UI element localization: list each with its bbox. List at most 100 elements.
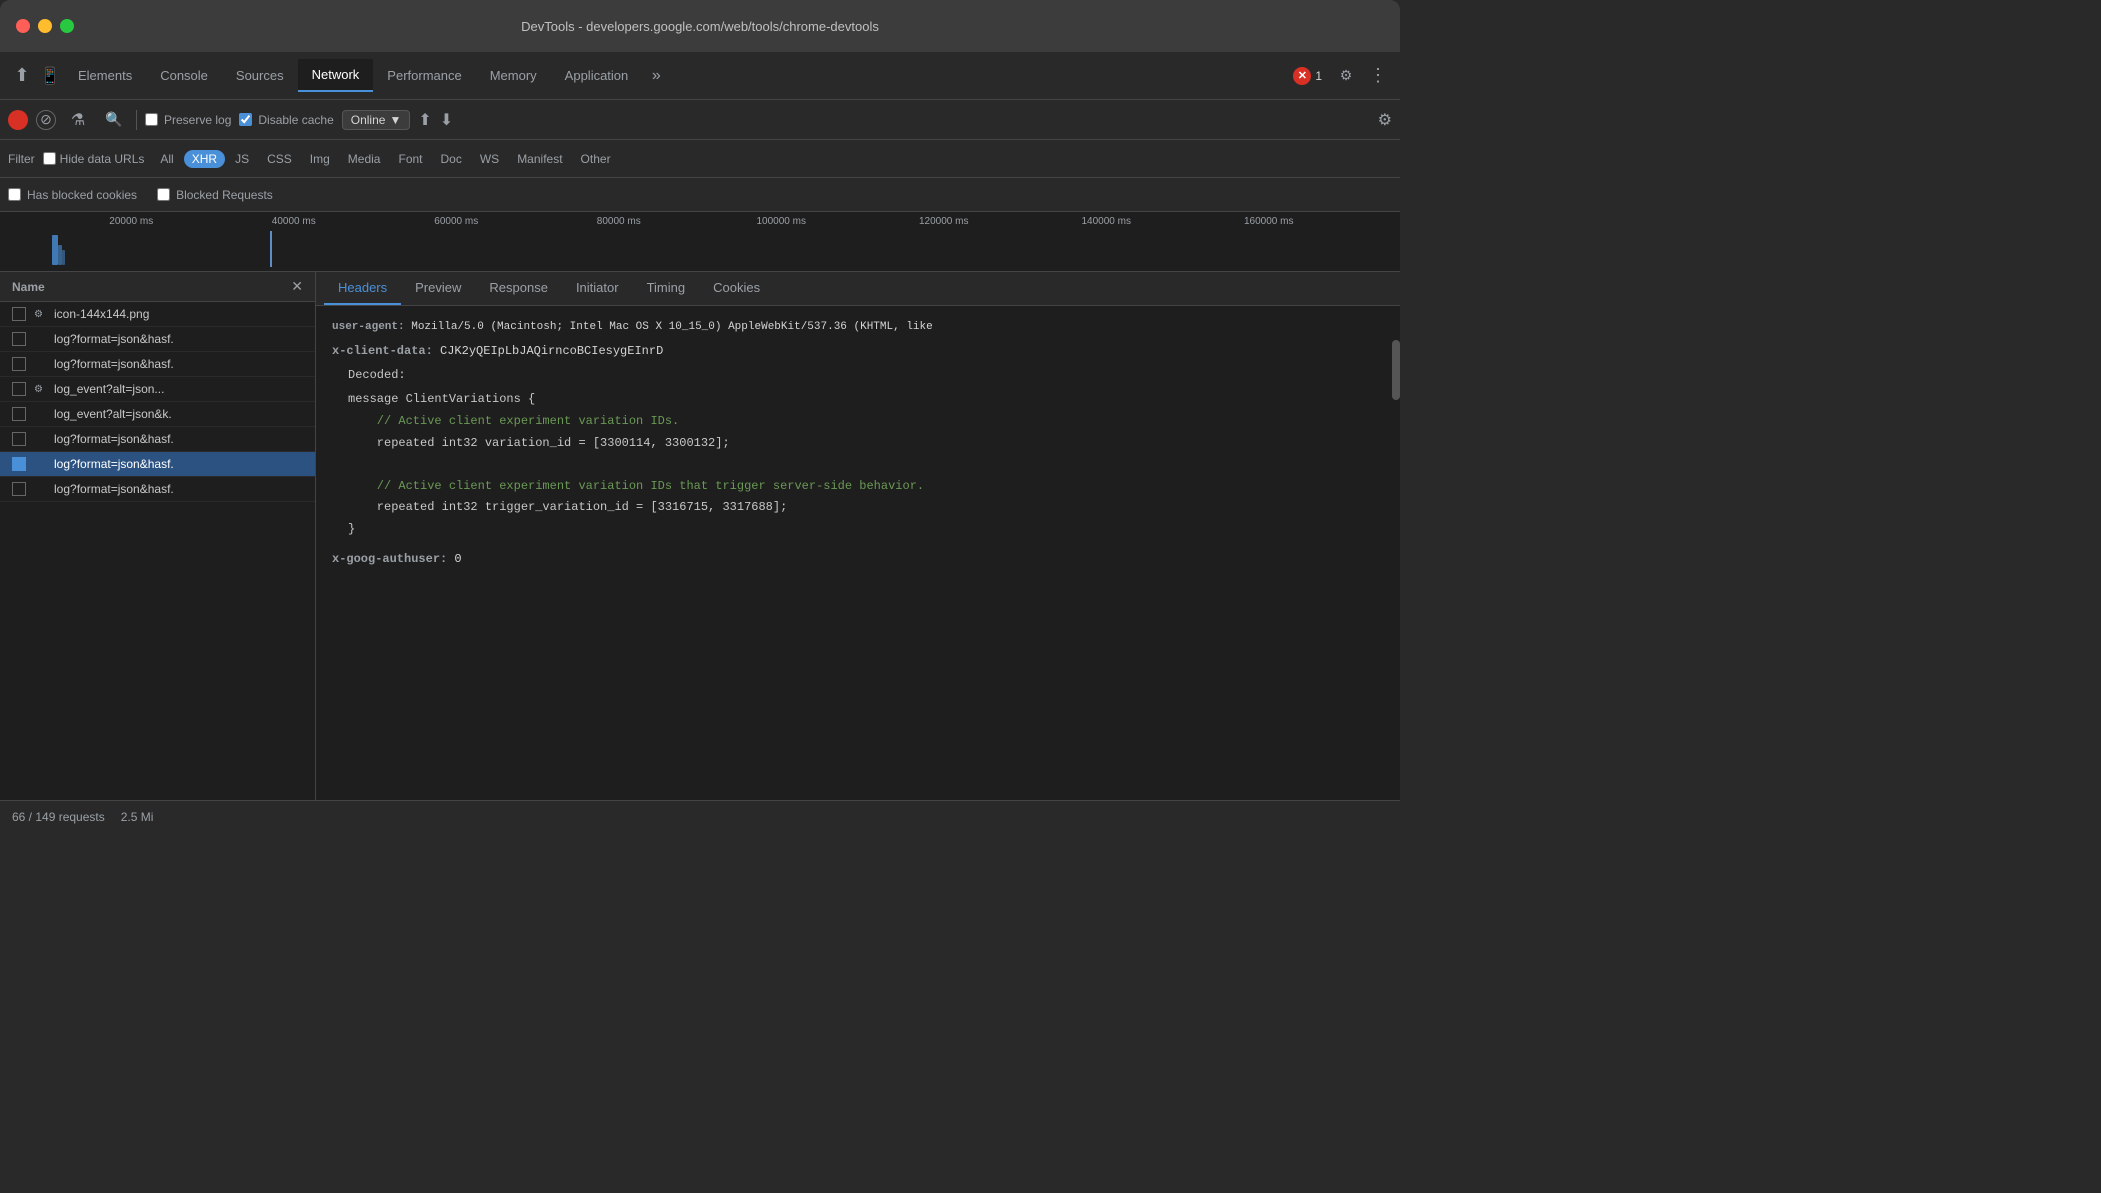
file-name-1: log?format=json&hasf. <box>54 332 174 346</box>
file-name-2: log?format=json&hasf. <box>54 357 174 371</box>
x-client-data-key: x-client-data: <box>332 344 433 358</box>
blocked-requests-checkbox[interactable]: Blocked Requests <box>157 188 273 202</box>
upload-icon[interactable]: ⬆ <box>418 110 431 130</box>
tab-memory[interactable]: Memory <box>476 60 551 91</box>
traffic-lights <box>16 19 74 33</box>
file-checkbox-7[interactable] <box>12 482 26 496</box>
file-name-6: log?format=json&hasf. <box>54 457 174 471</box>
tab-preview[interactable]: Preview <box>401 272 475 305</box>
filter-type-media[interactable]: Media <box>340 150 389 168</box>
x-client-data-row: x-client-data: CJK2yQEIpLbJAQirncoBCIesy… <box>332 341 1384 361</box>
record-button[interactable] <box>8 110 28 130</box>
filter-button[interactable]: ⚗ <box>64 106 92 134</box>
requests-count: 66 / 149 requests <box>12 810 105 824</box>
close-button[interactable] <box>16 19 30 33</box>
tab-timing[interactable]: Timing <box>633 272 700 305</box>
file-item-7[interactable]: log?format=json&hasf. <box>0 477 315 502</box>
tab-initiator[interactable]: Initiator <box>562 272 633 305</box>
window-title: DevTools - developers.google.com/web/too… <box>521 19 879 34</box>
file-item-4[interactable]: log_event?alt=json&k. <box>0 402 315 427</box>
throttle-selector[interactable]: Online ▼ <box>342 110 411 130</box>
user-agent-key: user-agent: <box>332 321 405 333</box>
settings-gear-button[interactable]: ⚙ <box>1332 62 1360 90</box>
filter-type-ws[interactable]: WS <box>472 150 507 168</box>
hide-data-urls-checkbox[interactable]: Hide data URLs <box>43 152 145 166</box>
tab-bar: ⬆ 📱 Elements Console Sources Network Per… <box>8 59 670 92</box>
file-checkbox-0[interactable] <box>12 307 26 321</box>
device-toolbar-button[interactable]: 📱 <box>36 62 64 90</box>
filter-type-all[interactable]: All <box>152 150 181 168</box>
tab-elements[interactable]: Elements <box>64 60 146 91</box>
error-badge[interactable]: ✕ 1 <box>1287 65 1328 87</box>
file-item-0[interactable]: ⚙ icon-144x144.png <box>0 302 315 327</box>
upload-download-icons: ⬆ ⬇ <box>418 110 453 130</box>
search-button[interactable]: 🔍 <box>100 106 128 134</box>
gear-file-icon-0: ⚙ <box>34 309 46 320</box>
filter-type-js[interactable]: JS <box>227 150 257 168</box>
more-options-button[interactable]: ⋮ <box>1364 62 1392 90</box>
preserve-log-checkbox[interactable]: Preserve log <box>145 113 231 127</box>
decoded-text: Decoded: <box>348 368 406 382</box>
file-checkbox-5[interactable] <box>12 432 26 446</box>
clear-button[interactable]: ⊘ <box>36 110 56 130</box>
code-line-blank <box>348 454 1384 476</box>
close-panel-button[interactable]: ✕ <box>291 278 303 295</box>
file-checkbox-2[interactable] <box>12 357 26 371</box>
tab-headers[interactable]: Headers <box>324 272 401 305</box>
timeline-label-1: 40000 ms <box>213 216 376 227</box>
timeline-graph[interactable] <box>50 231 1400 267</box>
network-settings-button[interactable]: ⚙ <box>1378 110 1392 130</box>
has-blocked-cookies-input[interactable] <box>8 188 21 201</box>
filter-type-manifest[interactable]: Manifest <box>509 150 570 168</box>
file-list: Name ✕ ⚙ icon-144x144.png log?format=jso… <box>0 272 316 800</box>
error-count: 1 <box>1315 69 1322 83</box>
file-item-6[interactable]: log?format=json&hasf. <box>0 452 315 477</box>
tab-sources[interactable]: Sources <box>222 60 298 91</box>
more-tabs-button[interactable]: » <box>642 62 670 90</box>
code-comment-0: // Active client experiment variation ID… <box>348 411 1384 433</box>
code-line-3: } <box>348 519 1384 541</box>
file-item-3[interactable]: ⚙ log_event?alt=json... <box>0 377 315 402</box>
filter-type-xhr[interactable]: XHR <box>184 150 225 168</box>
timeline-label-3: 80000 ms <box>538 216 701 227</box>
tab-performance[interactable]: Performance <box>373 60 475 91</box>
file-list-header: Name ✕ <box>0 272 315 302</box>
gear-file-icon-3: ⚙ <box>34 384 46 395</box>
file-item-5[interactable]: log?format=json&hasf. <box>0 427 315 452</box>
cursor-tool-button[interactable]: ⬆ <box>8 62 36 90</box>
file-checkbox-4[interactable] <box>12 407 26 421</box>
hide-data-urls-input[interactable] <box>43 152 56 165</box>
file-checkbox-1[interactable] <box>12 332 26 346</box>
scrollbar-thumb[interactable] <box>1392 340 1400 400</box>
tab-response[interactable]: Response <box>475 272 562 305</box>
user-agent-row: user-agent: Mozilla/5.0 (Macintosh; Inte… <box>332 318 1384 337</box>
file-item-1[interactable]: log?format=json&hasf. <box>0 327 315 352</box>
blocked-requests-input[interactable] <box>157 188 170 201</box>
tab-console[interactable]: Console <box>146 60 222 91</box>
minimize-button[interactable] <box>38 19 52 33</box>
filter-type-other[interactable]: Other <box>573 150 619 168</box>
disable-cache-checkbox[interactable]: Disable cache <box>239 113 333 127</box>
download-icon[interactable]: ⬇ <box>440 110 453 130</box>
preserve-log-label: Preserve log <box>164 113 231 127</box>
main-content: Name ✕ ⚙ icon-144x144.png log?format=jso… <box>0 272 1400 800</box>
tab-network[interactable]: Network <box>298 59 374 92</box>
filter-type-doc[interactable]: Doc <box>433 150 470 168</box>
file-item-2[interactable]: log?format=json&hasf. <box>0 352 315 377</box>
filter-type-img[interactable]: Img <box>302 150 338 168</box>
file-checkbox-3[interactable] <box>12 382 26 396</box>
filter-type-css[interactable]: CSS <box>259 150 300 168</box>
filter-type-font[interactable]: Font <box>390 150 430 168</box>
disable-cache-input[interactable] <box>239 113 252 126</box>
tab-cookies[interactable]: Cookies <box>699 272 774 305</box>
file-checkbox-6[interactable] <box>12 457 26 471</box>
error-icon: ✕ <box>1298 69 1307 82</box>
has-blocked-cookies-checkbox[interactable]: Has blocked cookies <box>8 188 137 202</box>
preserve-log-input[interactable] <box>145 113 158 126</box>
timeline-label-7: 160000 ms <box>1188 216 1351 227</box>
code-line-0: message ClientVariations { <box>348 389 1384 411</box>
user-agent-value: Mozilla/5.0 (Macintosh; Intel Mac OS X 1… <box>411 321 933 333</box>
file-list-header-name: Name <box>12 280 45 294</box>
tab-application[interactable]: Application <box>551 60 643 91</box>
maximize-button[interactable] <box>60 19 74 33</box>
